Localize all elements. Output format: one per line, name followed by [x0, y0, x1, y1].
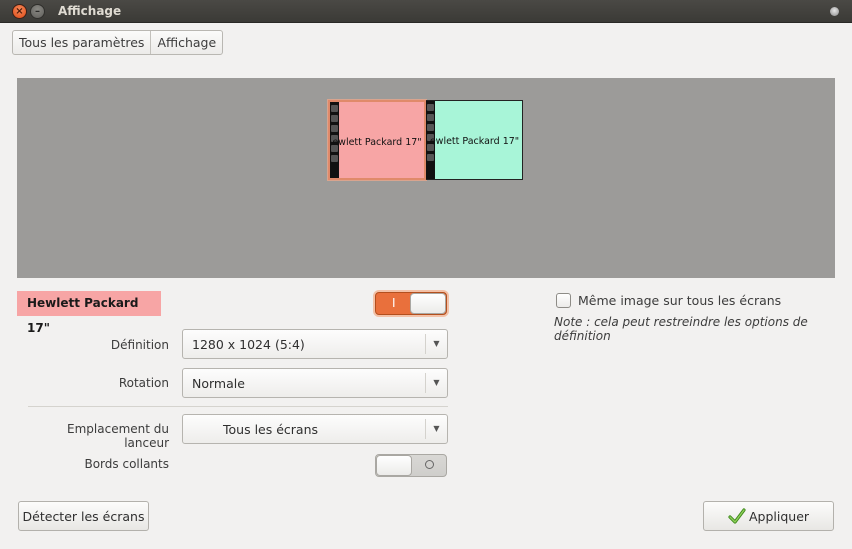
switch-off-mark [425, 460, 434, 469]
monitor-arrangement-area[interactable]: ewlett Packard 17" ewlett Packard 17" [17, 78, 835, 278]
title-bar: × – Affichage [0, 0, 852, 23]
definition-value: 1280 x 1024 (5:4) [192, 337, 305, 352]
sticky-edges-switch[interactable] [375, 454, 447, 477]
minimize-icon[interactable]: – [30, 4, 45, 19]
definition-select[interactable]: 1280 x 1024 (5:4) ▼ [182, 329, 448, 359]
launcher-placement-label: Emplacement du lanceur [67, 422, 169, 450]
chevron-down-icon: ▼ [425, 419, 447, 439]
breadcrumb: Tous les paramètres Affichage [12, 30, 224, 55]
switch-thumb [376, 455, 412, 476]
checkmark-icon [728, 508, 746, 524]
mirror-note: Note : cela peut restreindre les options… [554, 315, 808, 343]
mirror-displays-checkbox[interactable] [556, 293, 571, 308]
rotation-select[interactable]: Normale ▼ [182, 368, 448, 398]
status-dot-icon [830, 7, 839, 16]
divider [28, 406, 448, 407]
chevron-down-icon: ▼ [425, 373, 447, 393]
sticky-edges-label: Bords collants [84, 457, 169, 471]
switch-on-mark: I [392, 296, 396, 310]
breadcrumb-all-settings[interactable]: Tous les paramètres [13, 31, 150, 54]
mirror-displays-option[interactable]: Même image sur tous les écrans [556, 293, 781, 308]
launcher-placement-value: Tous les écrans [223, 422, 319, 437]
launcher-placement-select[interactable]: Tous les écrans ▼ [182, 414, 448, 444]
breadcrumb-display[interactable]: Affichage [150, 31, 222, 54]
monitor-2-preview[interactable]: ewlett Packard 17" [426, 100, 523, 180]
monitor-1-preview[interactable]: ewlett Packard 17" [327, 99, 427, 181]
apply-button[interactable]: Appliquer [703, 501, 834, 531]
definition-label: Définition [110, 338, 169, 352]
selected-monitor-name: Hewlett Packard 17" [17, 291, 161, 335]
window-title: Affichage [58, 4, 122, 18]
rotation-label: Rotation [118, 376, 169, 390]
mirror-displays-label: Même image sur tous les écrans [578, 293, 782, 308]
chevron-down-icon: ▼ [425, 334, 447, 354]
detect-displays-button[interactable]: Détecter les écrans [18, 501, 149, 531]
detect-displays-label: Détecter les écrans [22, 508, 145, 524]
apply-label: Appliquer [748, 508, 810, 524]
rotation-value: Normale [192, 376, 245, 391]
monitor-2-label: ewlett Packard 17" [429, 136, 520, 147]
switch-thumb [410, 293, 446, 314]
monitor-power-switch[interactable]: I [375, 292, 447, 315]
monitor-1-label: ewlett Packard 17" [332, 137, 422, 148]
close-icon[interactable]: × [12, 4, 27, 19]
